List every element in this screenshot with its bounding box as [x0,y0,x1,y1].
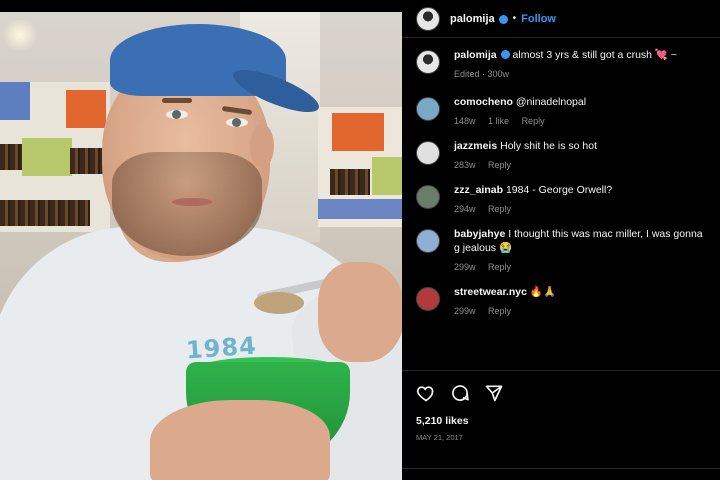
comment-username[interactable]: zzz_ainab [454,184,503,196]
comment-likes[interactable]: 1 like [488,116,509,126]
left-hand [150,400,330,480]
comment-username[interactable]: jazzmeis [454,140,497,152]
caption-username[interactable]: palomija [454,49,497,61]
ceiling-light [0,20,40,50]
comment-text: @ninadelnopal [515,96,587,108]
left-eye [166,110,188,119]
header-username[interactable]: palomija [450,13,495,25]
comment-time: 148w [454,116,476,126]
avatar[interactable] [416,229,440,253]
comment-row: babyjahye I thought this was mac miller,… [416,227,706,274]
reply-button[interactable]: Reply [488,306,511,316]
comment-username[interactable]: comocheno [454,96,513,108]
comment-text: Holy shit he is so hot [500,140,598,152]
background-shelf-left [0,82,110,232]
avatar[interactable] [416,141,440,165]
heart-icon[interactable] [416,383,436,403]
comment-text: 1984 - George Orwell? [505,184,613,196]
action-icons [402,371,720,403]
verified-badge-icon [500,50,510,59]
post-sidebar: palomija • Follow palomija almost 3 yrs … [402,0,720,480]
comment-username[interactable]: babyjahye [454,228,505,240]
comment-list: palomija almost 3 yrs & still got a crus… [402,38,720,318]
verified-badge-icon [498,15,508,24]
avatar[interactable] [416,287,440,311]
like-count[interactable]: 5,210 likes [402,403,720,427]
reply-button[interactable]: Reply [488,204,511,214]
avatar[interactable] [416,185,440,209]
comment-time: 294w [454,204,476,214]
comment-username[interactable]: streetwear.nyc [454,286,527,298]
caption-meta: Edited · 300w [454,69,510,79]
add-comment-bar[interactable] [402,468,720,480]
avatar[interactable] [416,6,440,31]
separator-dot: • [512,13,517,24]
comment-row: streetwear.nyc 🔥🙏 299w Reply [416,285,706,318]
right-hand [318,262,402,362]
comment-row: comocheno @ninadelnopal 148w 1 like Repl… [416,95,706,128]
reply-button[interactable]: Reply [522,116,545,126]
mouth [172,198,212,206]
post-photo[interactable]: 1984 [0,12,402,480]
ear [250,124,274,168]
background-shelf-right [318,107,402,227]
comment-icon[interactable] [450,383,470,403]
avatar[interactable] [416,97,440,121]
comment-time: 299w [454,262,476,272]
comment-row: zzz_ainab 1984 - George Orwell? 294w Rep… [416,183,706,216]
comment-time: 299w [454,306,476,316]
post-date: May 21, 2017 [416,433,463,442]
avatar[interactable] [416,50,440,74]
right-eye [226,118,248,127]
caption-row: palomija almost 3 yrs & still got a crus… [416,48,706,81]
caption-text: almost 3 yrs & still got a crush 💘 ~ [512,49,678,61]
comment-text: 🔥🙏 [529,286,557,298]
left-brow [162,98,192,103]
reply-button[interactable]: Reply [488,160,511,170]
comment-row: jazzmeis Holy shit he is so hot 283w Rep… [416,139,706,172]
post-header: palomija • Follow [402,0,720,38]
follow-button[interactable]: Follow [521,13,556,25]
share-icon[interactable] [484,383,504,403]
comment-time: 283w [454,160,476,170]
action-bar: 5,210 likes May 21, 2017 [402,370,720,442]
spoon-cereal [254,292,304,314]
reply-button[interactable]: Reply [488,262,511,272]
